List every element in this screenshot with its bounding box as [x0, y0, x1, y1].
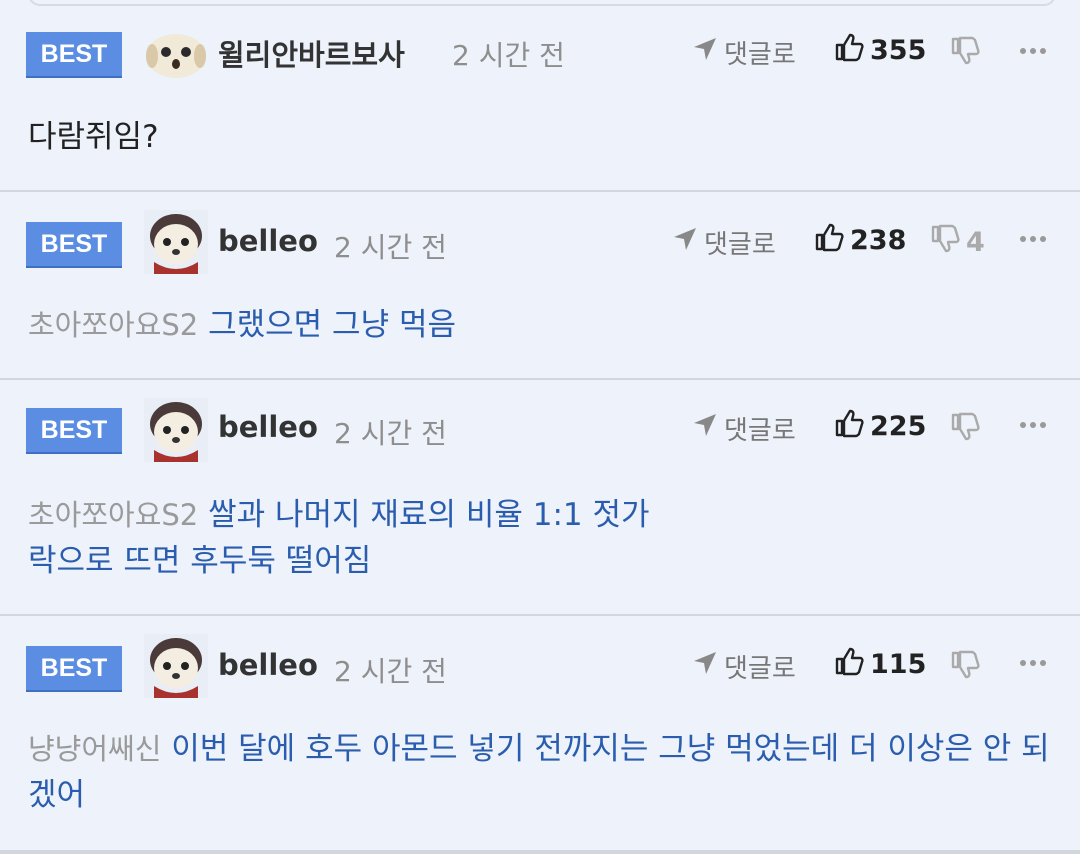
more-options-icon[interactable]: [1018, 410, 1048, 440]
dislike-button[interactable]: [950, 36, 986, 73]
send-arrow-icon: [672, 226, 698, 259]
timestamp: 2 시간 전: [334, 231, 447, 264]
reply-label: 댓글로: [704, 230, 776, 260]
send-arrow-icon: [692, 36, 718, 69]
mention-nickname[interactable]: 초아쪼아요S2: [28, 308, 198, 342]
comment-text: 이번 달에 호두 아몬드 넣기 전까지는 그냥 먹었는데 더 이상은 안 되겠어: [28, 731, 1050, 813]
more-options-icon[interactable]: [1018, 648, 1048, 678]
dog-avatar-icon[interactable]: [144, 634, 208, 698]
best-badge: BEST: [26, 646, 122, 690]
dog-avatar-icon[interactable]: [144, 398, 208, 462]
reply-button[interactable]: 댓글로: [692, 648, 796, 685]
nickname[interactable]: belleo: [218, 648, 318, 682]
timestamp: 2 시간 전: [334, 417, 447, 450]
like-button[interactable]: 238: [814, 222, 906, 259]
reply-button[interactable]: 댓글로: [692, 410, 796, 447]
thumbs-up-icon: [834, 408, 864, 445]
like-button[interactable]: 225: [834, 408, 926, 445]
reply-button[interactable]: 댓글로: [672, 224, 776, 261]
comment-body: 다람쥐임?: [28, 114, 1056, 160]
thumbs-down-icon: [950, 650, 980, 687]
thumbs-up-icon: [814, 222, 844, 259]
thumbs-down-icon: [950, 36, 980, 73]
timestamp: 2 시간 전: [452, 39, 565, 72]
reply-label: 댓글로: [724, 40, 796, 70]
nickname[interactable]: 윌리안바르보사: [218, 32, 405, 74]
nickname[interactable]: belleo: [218, 224, 318, 258]
reply-label: 댓글로: [724, 654, 796, 684]
thumbs-down-icon: [930, 224, 960, 261]
list-bottom-divider: [0, 850, 1080, 854]
thumbs-up-icon: [834, 646, 864, 683]
best-badge: BEST: [26, 222, 122, 266]
comment-item: BEST belleo 2 시간 전 댓글로 238 4 초아쪼아요S2 그랬으…: [0, 190, 1080, 380]
comment-item: BEST belleo 2 시간 전 댓글로 115 냥냥어쌔신 이번 달에 호…: [0, 614, 1080, 850]
comment-item: BEST 윌리안바르보사 2 시간 전 댓글로 355 다람쥐임?: [0, 0, 1080, 192]
dislike-button[interactable]: 4: [930, 224, 985, 261]
more-options-icon[interactable]: [1018, 224, 1048, 254]
comment-text: 다람쥐임?: [28, 119, 159, 155]
more-options-icon[interactable]: [1018, 36, 1048, 66]
dislike-button[interactable]: [950, 650, 986, 687]
dislike-count: 4: [966, 227, 985, 258]
comment-text: 그랬으면 그냥 먹음: [208, 307, 456, 343]
like-count: 238: [850, 225, 907, 256]
dislike-button[interactable]: [950, 412, 986, 449]
nickname[interactable]: belleo: [218, 410, 318, 444]
comment-body: 초아쪼아요S2 쌀과 나머지 재료의 비율 1:1 젓가락으로 뜨면 후두둑 떨…: [28, 492, 668, 584]
like-count: 225: [870, 411, 927, 442]
reply-button[interactable]: 댓글로: [692, 34, 796, 71]
reply-label: 댓글로: [724, 416, 796, 446]
send-arrow-icon: [692, 412, 718, 445]
best-badge: BEST: [26, 32, 122, 76]
dog-avatar-icon[interactable]: [144, 210, 208, 274]
like-count: 355: [870, 35, 927, 66]
timestamp: 2 시간 전: [334, 655, 447, 688]
comment-body: 초아쪼아요S2 그랬으면 그냥 먹음: [28, 302, 1056, 348]
comment-item: BEST belleo 2 시간 전 댓글로 225 초아쪼아요S2 쌀과 나머…: [0, 378, 1080, 616]
like-count: 115: [870, 649, 927, 680]
best-badge: BEST: [26, 408, 122, 452]
send-arrow-icon: [692, 650, 718, 683]
thumbs-down-icon: [950, 412, 980, 449]
like-button[interactable]: 355: [834, 32, 926, 69]
mention-nickname[interactable]: 초아쪼아요S2: [28, 498, 198, 532]
puppy-avatar-icon[interactable]: [144, 22, 208, 86]
like-button[interactable]: 115: [834, 646, 926, 683]
thumbs-up-icon: [834, 32, 864, 69]
comment-body: 냥냥어쌔신 이번 달에 호두 아몬드 넣기 전까지는 그냥 먹었는데 더 이상은…: [28, 726, 1056, 818]
mention-nickname[interactable]: 냥냥어쌔신: [28, 732, 161, 766]
